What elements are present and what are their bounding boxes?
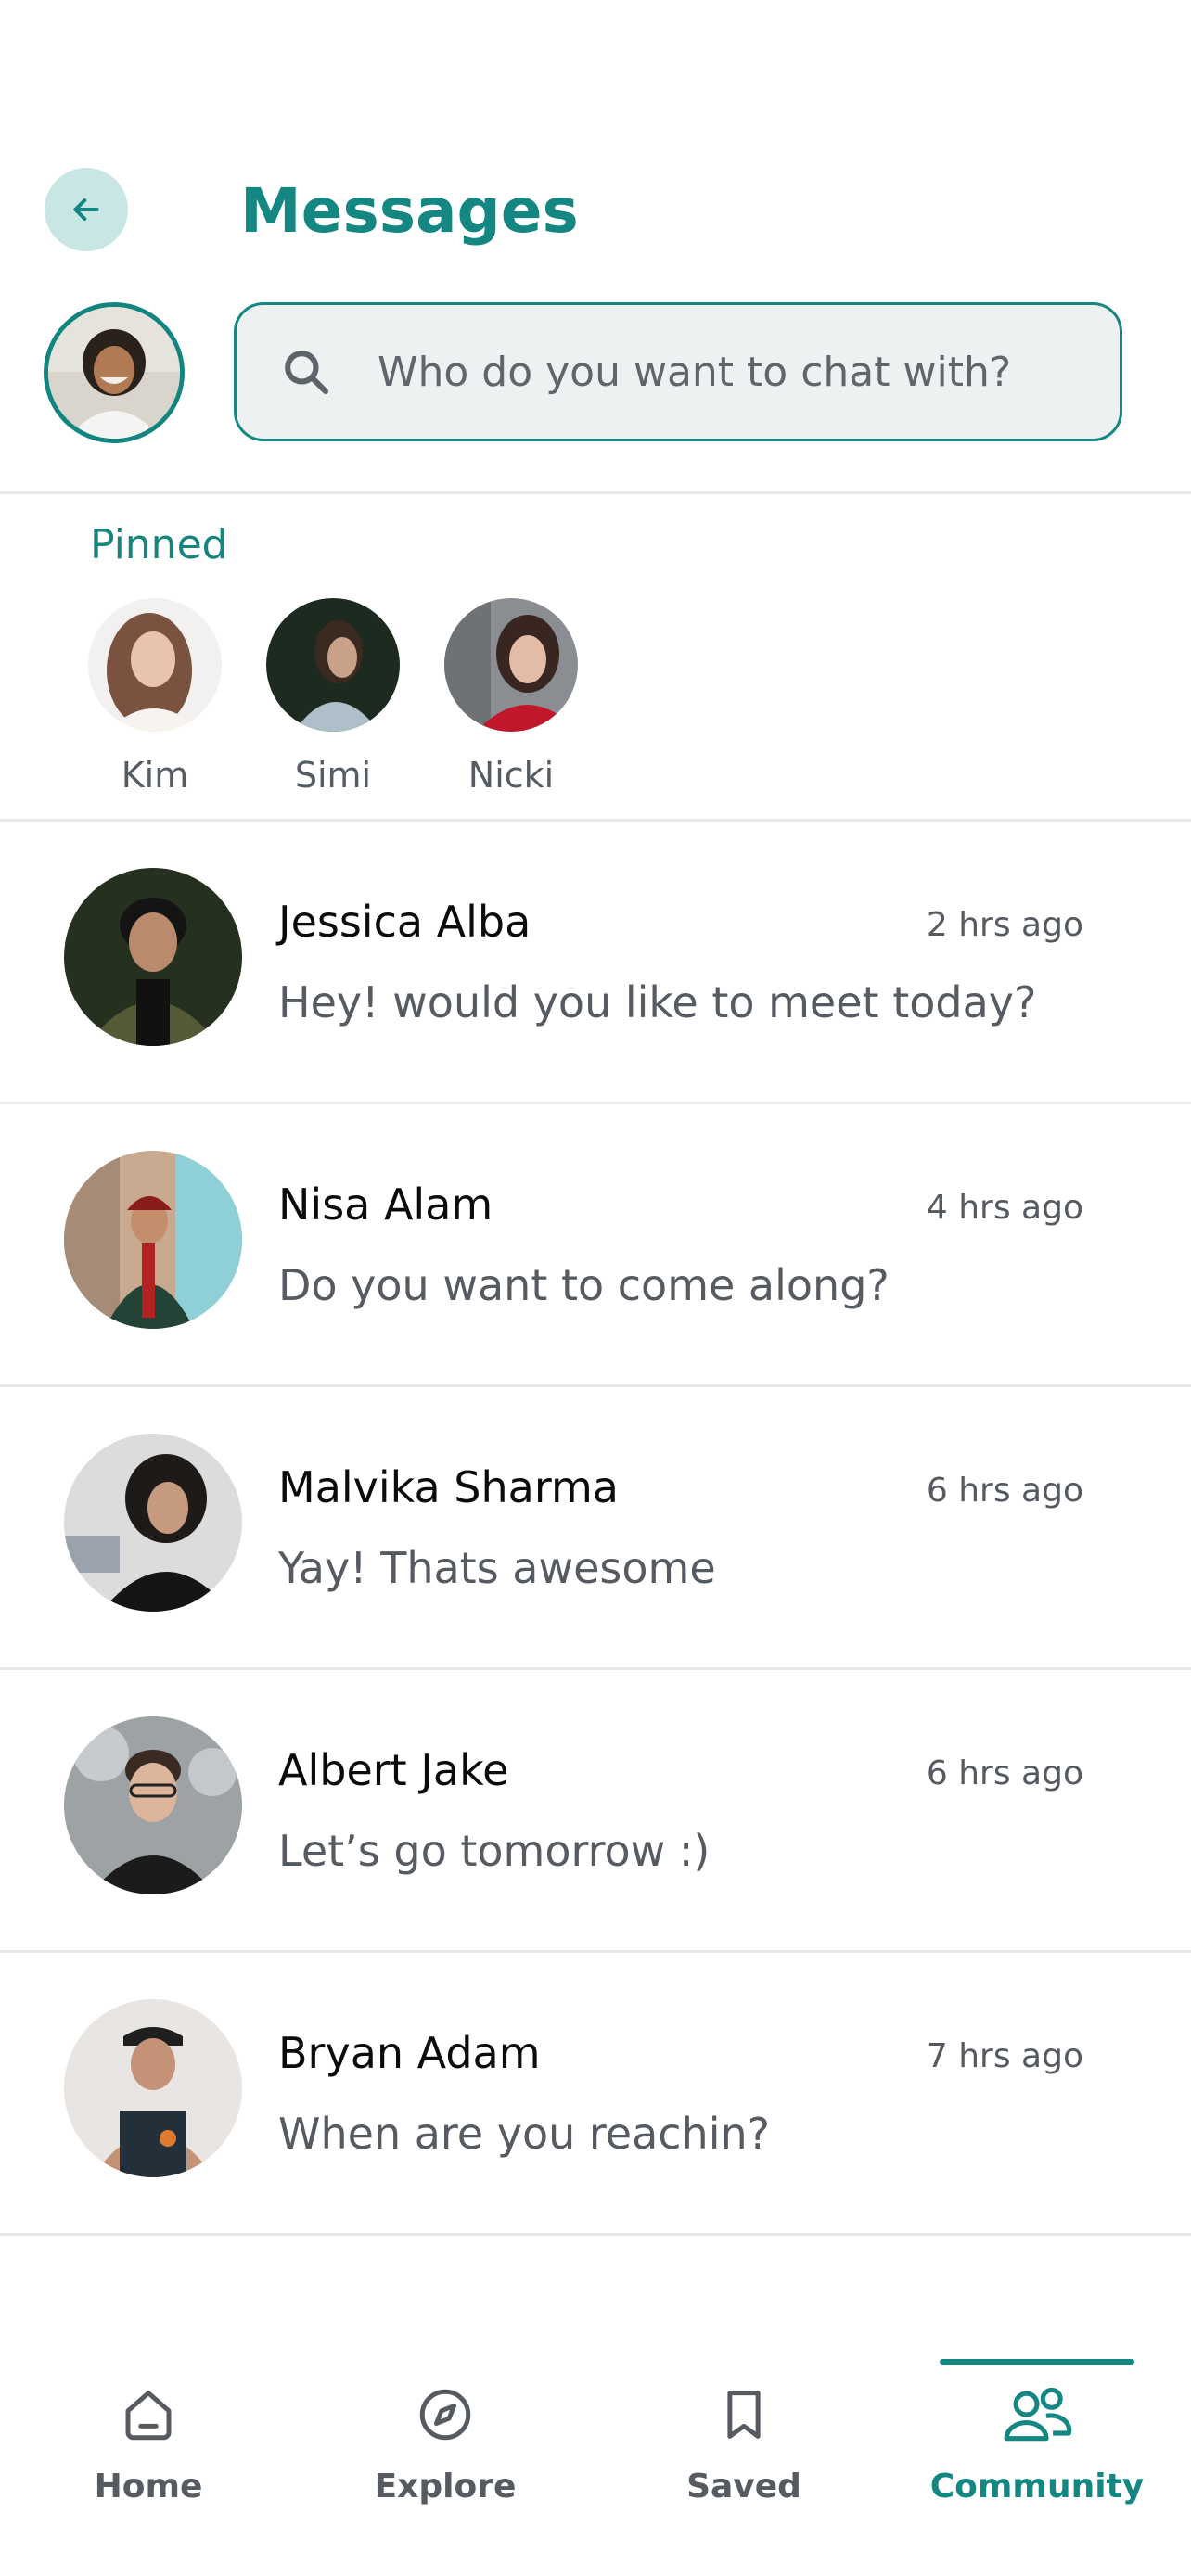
avatar: [266, 598, 400, 732]
pinned-name: Nicki: [467, 755, 555, 796]
bottom-nav: Home Explore Saved Community: [0, 2337, 1191, 2576]
header-divider: [0, 491, 1191, 494]
contact-name: Albert Jake: [278, 1745, 509, 1795]
message-preview: Hey! would you like to meet today?: [278, 977, 1037, 1027]
search-input[interactable]: [378, 348, 1082, 396]
user-avatar[interactable]: [44, 302, 185, 443]
pinned-name: Kim: [121, 755, 189, 796]
message-time: 4 hrs ago: [926, 1189, 1083, 1227]
contact-name: Bryan Adam: [278, 2028, 541, 2078]
nav-explore[interactable]: Explore: [297, 2337, 594, 2576]
pinned-title: Pinned: [90, 521, 228, 568]
contact-name: Jessica Alba: [278, 897, 531, 947]
avatar: [88, 598, 222, 732]
nav-label: Saved: [686, 2468, 801, 2506]
pinned-list: Kim Simi Nicki: [88, 598, 578, 798]
nav-label: Community: [929, 2468, 1145, 2506]
nav-saved[interactable]: Saved: [596, 2337, 892, 2576]
pinned-contact-kim[interactable]: Kim: [88, 598, 222, 798]
avatar: [64, 1716, 242, 1894]
avatar: [64, 1434, 242, 1612]
conversation-item[interactable]: Bryan Adam 7 hrs ago When are you reachi…: [0, 1953, 1191, 2236]
search-bar[interactable]: [234, 302, 1122, 441]
conversation-item[interactable]: Nisa Alam 4 hrs ago Do you want to come …: [0, 1104, 1191, 1387]
pinned-name: Simi: [294, 755, 372, 796]
bookmark-icon: [707, 2378, 781, 2452]
avatar: [64, 1151, 242, 1329]
header: Messages: [0, 0, 1191, 491]
message-time: 7 hrs ago: [926, 2037, 1083, 2075]
conversation-item[interactable]: Malvika Sharma 6 hrs ago Yay! Thats awes…: [0, 1387, 1191, 1670]
page-title: Messages: [240, 175, 579, 247]
message-time: 2 hrs ago: [926, 906, 1083, 944]
message-preview: Yay! Thats awesome: [278, 1543, 716, 1593]
search-icon: [274, 339, 339, 404]
nav-label: Explore: [374, 2468, 517, 2506]
people-icon: [1000, 2378, 1074, 2452]
avatar: [64, 868, 242, 1046]
message-preview: When are you reachin?: [278, 2109, 771, 2159]
home-icon: [111, 2378, 186, 2452]
nav-label: Home: [94, 2468, 203, 2506]
pinned-contact-simi[interactable]: Simi: [266, 598, 400, 798]
nav-community[interactable]: Community: [889, 2337, 1185, 2576]
conversation-item[interactable]: Jessica Alba 2 hrs ago Hey! would you li…: [0, 822, 1191, 1104]
back-button[interactable]: [45, 168, 128, 251]
arrow-left-icon: [68, 191, 105, 228]
nav-home[interactable]: Home: [0, 2337, 297, 2576]
message-preview: Do you want to come along?: [278, 1260, 890, 1310]
message-time: 6 hrs ago: [926, 1754, 1083, 1792]
message-time: 6 hrs ago: [926, 1472, 1083, 1510]
avatar: [444, 598, 578, 732]
pinned-contact-nicki[interactable]: Nicki: [444, 598, 578, 798]
compass-icon: [408, 2378, 482, 2452]
contact-name: Malvika Sharma: [278, 1462, 619, 1512]
divider: [0, 2233, 1191, 2236]
avatar: [64, 1999, 242, 2177]
conversation-item[interactable]: Albert Jake 6 hrs ago Let’s go tomorrow …: [0, 1670, 1191, 1953]
contact-name: Nisa Alam: [278, 1180, 493, 1230]
message-preview: Let’s go tomorrow :): [278, 1826, 711, 1876]
